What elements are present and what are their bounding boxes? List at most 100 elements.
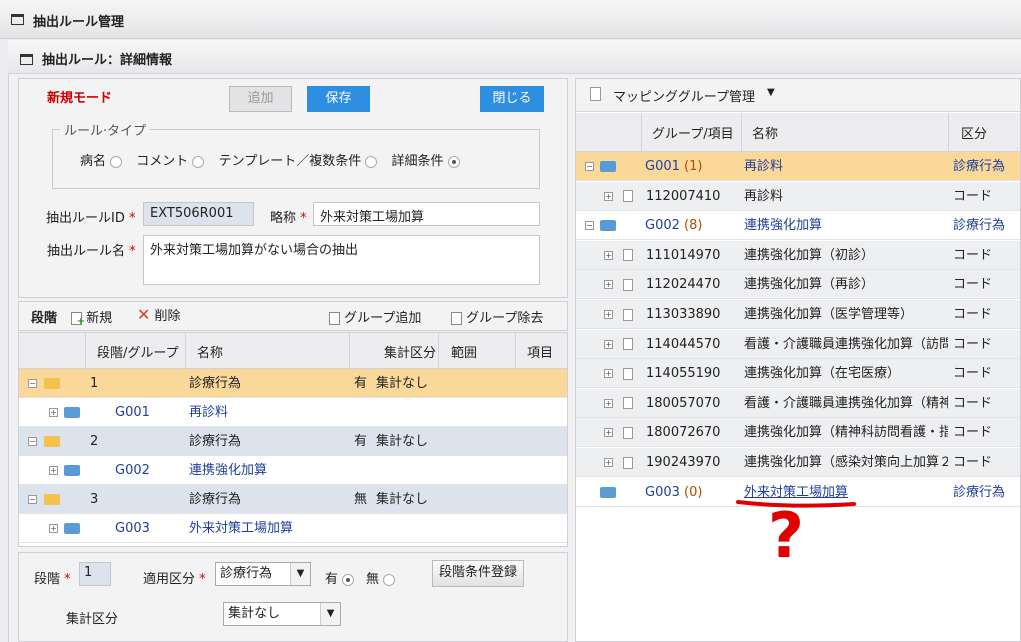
- chevron-down-icon[interactable]: ▼: [767, 87, 775, 98]
- label-text: 段階: [34, 572, 61, 587]
- mapping-item-row[interactable]: +111014970 連携強化加算（初診） コード: [576, 240, 1020, 270]
- mapping-group-row[interactable]: − G001 (1) 再診料 診療行為: [576, 152, 1020, 181]
- col-header: 名称: [197, 346, 224, 361]
- folder-icon: [600, 220, 616, 232]
- radio-circle[interactable]: [110, 155, 123, 168]
- page-icon: [623, 249, 633, 262]
- radio-yes[interactable]: 有: [325, 568, 355, 587]
- label-text: 抽出ルール名: [47, 244, 126, 259]
- expand-icon[interactable]: +: [604, 310, 613, 319]
- mapping-rows: − G001 (1) 再診料 診療行為 +112007410 再診料 コード − G002 (8…: [576, 152, 1020, 512]
- col-divider: [741, 113, 742, 152]
- radio-detail[interactable]: 詳細条件: [392, 154, 460, 169]
- page-icon: [623, 308, 633, 321]
- radio-no[interactable]: 無: [366, 568, 396, 587]
- radio-disease[interactable]: 病名: [80, 154, 123, 169]
- radio-circle[interactable]: [342, 573, 355, 586]
- item-category: コード: [953, 277, 993, 293]
- expand-icon[interactable]: +: [49, 408, 58, 417]
- rule-name-field[interactable]: 外来対策工場加算がない場合の抽出: [143, 235, 540, 285]
- mapping-item-row[interactable]: +112007410 再診料 コード: [576, 181, 1020, 211]
- group-row[interactable]: + G001 再診料: [19, 398, 567, 427]
- window-icon: [11, 14, 24, 25]
- stage-row[interactable]: − 1 診療行為 有 集計なし: [19, 369, 567, 398]
- group-name: 連携強化加算: [189, 463, 268, 478]
- radio-circle[interactable]: [365, 155, 378, 168]
- expand-icon[interactable]: +: [604, 428, 613, 438]
- mapping-group-row[interactable]: − G002 (8) 連携強化加算 診療行為: [576, 211, 1020, 241]
- radio-circle[interactable]: [383, 573, 396, 586]
- remove-doc-icon: [451, 312, 462, 325]
- mapping-header: マッピンググループ管理 ▼: [576, 79, 1020, 112]
- stage-row[interactable]: − 2 診療行為 有 集計なし: [19, 427, 567, 456]
- new-stage-button[interactable]: + 新規: [71, 307, 112, 327]
- mapping-item-row[interactable]: +114044570 看護・介護職員連携強化加算（訪問看 コード: [576, 329, 1020, 359]
- item-category: コード: [953, 455, 993, 470]
- item-code: 114044570: [646, 336, 721, 352]
- expand-icon[interactable]: +: [604, 458, 613, 467]
- col-divider: [641, 113, 642, 152]
- expand-icon[interactable]: +: [604, 339, 613, 349]
- collapse-icon[interactable]: −: [585, 162, 594, 171]
- radio-circle[interactable]: [447, 155, 460, 168]
- expand-icon[interactable]: +: [49, 524, 58, 533]
- window-title: 抽出ルール管理: [33, 15, 125, 30]
- short-name-field[interactable]: 外来対策工場加算: [313, 202, 540, 226]
- select-value: 集計なし: [228, 606, 281, 621]
- stage-number-field[interactable]: 1: [79, 562, 111, 586]
- group-row[interactable]: + G002 連携強化加算: [19, 456, 567, 485]
- group-count: (8): [684, 218, 703, 234]
- doc-icon: [590, 87, 601, 101]
- mapping-item-row[interactable]: +112024470 連携強化加算（再診） コード: [576, 270, 1020, 300]
- expand-icon[interactable]: +: [49, 466, 58, 475]
- delete-stage-button[interactable]: ✕ 削除: [137, 305, 181, 324]
- item-name: 連携強化加算（在宅医療）: [744, 366, 901, 382]
- expand-icon[interactable]: +: [604, 398, 613, 408]
- group-code-cell: G001 (1): [645, 152, 702, 181]
- radio-comment[interactable]: コメント: [136, 154, 205, 169]
- mapping-item-row[interactable]: +180057070 看護・介護職員連携強化加算（精神科 コード: [576, 388, 1020, 418]
- collapse-icon[interactable]: −: [28, 437, 37, 446]
- page-icon: [623, 367, 633, 380]
- collapse-icon[interactable]: −: [585, 221, 594, 231]
- mapping-item-row[interactable]: +180072670 連携強化加算（精神科訪問看護・指導 コード: [576, 418, 1020, 448]
- folder-icon: [64, 407, 80, 418]
- mapping-title[interactable]: マッピンググループ管理: [613, 86, 755, 105]
- stage-id: 2: [90, 434, 99, 449]
- short-name-label: 略称 *: [270, 211, 307, 226]
- col-header: 項目: [527, 346, 554, 361]
- mode-label: 新規モード: [47, 91, 113, 106]
- stage-row[interactable]: − 3 診療行為 無 集計なし: [19, 485, 567, 514]
- page-icon: [623, 190, 633, 203]
- radio-template[interactable]: テンプレート／複数条件: [219, 154, 378, 169]
- chevron-down-icon: ▼: [290, 563, 310, 585]
- group-remove-button[interactable]: グループ除去: [451, 307, 543, 326]
- apply-select[interactable]: 診療行為 ▼: [215, 562, 311, 586]
- group-row[interactable]: + G003 外来対策工場加算: [19, 514, 567, 543]
- radio-circle[interactable]: [192, 155, 205, 168]
- mapping-item-row[interactable]: +190243970 連携強化加算（感染対策向上加算２又 コード: [576, 448, 1020, 477]
- register-stage-button[interactable]: 段階条件登録: [432, 560, 524, 587]
- group-name: 外来対策工場加算: [189, 521, 294, 536]
- item-name: 再診料: [744, 188, 784, 204]
- apply-label: 適用区分 *: [143, 572, 206, 587]
- group-add-button[interactable]: グループ追加: [329, 307, 421, 326]
- close-button[interactable]: 閉じる: [480, 86, 544, 112]
- agg-select[interactable]: 集計なし ▼: [223, 602, 342, 626]
- save-button[interactable]: 保存: [307, 86, 370, 112]
- expand-icon[interactable]: +: [604, 369, 613, 379]
- mapping-item-row[interactable]: +114055190 連携強化加算（在宅医療） コード: [576, 359, 1020, 389]
- item-name: 連携強化加算（再診）: [744, 277, 875, 293]
- expand-icon[interactable]: +: [604, 250, 613, 260]
- collapse-icon[interactable]: −: [28, 495, 37, 504]
- expand-icon[interactable]: +: [604, 280, 613, 290]
- col-divider: [948, 113, 949, 152]
- item-name: 連携強化加算（医学管理等）: [744, 307, 914, 322]
- collapse-icon[interactable]: −: [28, 379, 37, 388]
- expand-icon[interactable]: +: [604, 191, 613, 201]
- add-button[interactable]: 追加: [229, 86, 292, 112]
- stage-flag: 無: [354, 492, 368, 507]
- folder-icon: [64, 523, 80, 534]
- rule-id-field[interactable]: EXT506R001: [143, 202, 254, 226]
- mapping-item-row[interactable]: +113033890 連携強化加算（医学管理等） コード: [576, 300, 1020, 329]
